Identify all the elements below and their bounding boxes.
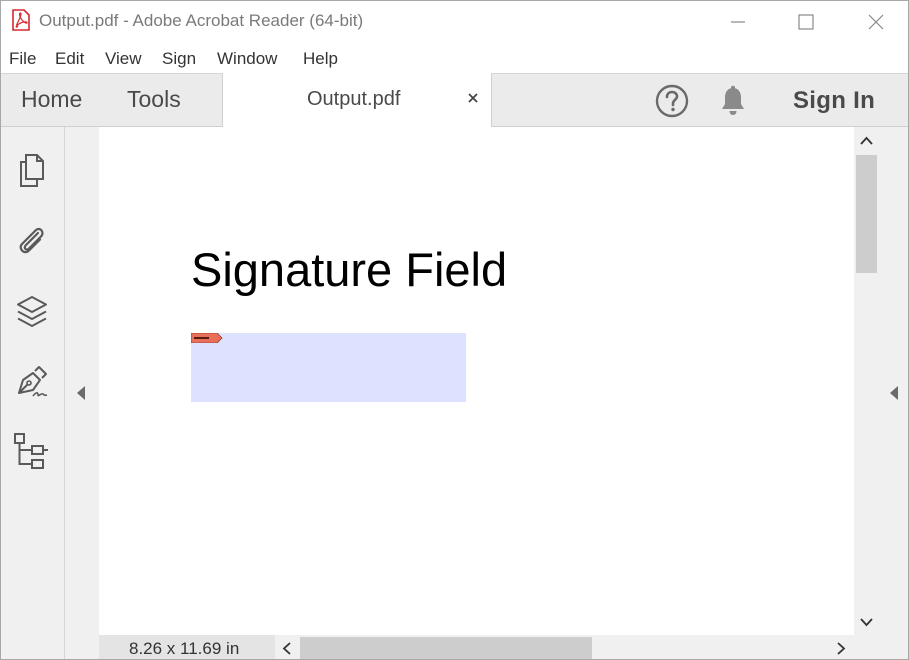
tags-icon[interactable] xyxy=(13,432,51,470)
menu-help[interactable]: Help xyxy=(303,49,338,69)
acrobat-app-icon xyxy=(12,9,30,31)
menu-bar: File Edit View Sign Window Help xyxy=(1,42,908,73)
tab-tools[interactable]: Tools xyxy=(127,86,181,113)
title-bar: Output.pdf - Adobe Acrobat Reader (64-bi… xyxy=(1,1,908,42)
collapse-left-panel[interactable] xyxy=(65,127,99,659)
close-tab-icon[interactable] xyxy=(466,91,480,105)
menu-window[interactable]: Window xyxy=(217,49,277,69)
minimize-button[interactable] xyxy=(715,1,761,42)
horizontal-scroll-thumb[interactable] xyxy=(300,637,592,659)
scroll-down-icon[interactable] xyxy=(860,617,873,627)
scroll-left-icon[interactable] xyxy=(282,642,292,655)
chevron-left-icon xyxy=(890,386,898,400)
menu-view[interactable]: View xyxy=(105,49,142,69)
tab-document[interactable]: Output.pdf xyxy=(222,73,492,128)
collapse-right-panel[interactable] xyxy=(879,127,908,659)
tab-home[interactable]: Home xyxy=(21,86,82,113)
scroll-right-icon[interactable] xyxy=(836,642,846,655)
scrollbar-corner xyxy=(854,635,879,659)
status-bar: 8.26 x 11.69 in xyxy=(99,635,275,659)
signature-field[interactable] xyxy=(191,333,466,402)
horizontal-scrollbar[interactable] xyxy=(275,635,854,659)
layers-icon[interactable] xyxy=(13,293,51,331)
vertical-scroll-thumb[interactable] xyxy=(856,155,877,273)
maximize-icon xyxy=(798,13,814,30)
menu-sign[interactable]: Sign xyxy=(162,49,196,69)
minimize-icon xyxy=(731,20,745,23)
close-window-button[interactable] xyxy=(853,1,899,42)
close-icon xyxy=(868,14,884,29)
help-icon[interactable] xyxy=(655,84,689,118)
signature-flag-icon[interactable] xyxy=(191,333,223,343)
pages-icon[interactable] xyxy=(13,151,51,189)
sign-in-button[interactable]: Sign In xyxy=(793,87,875,115)
window-title: Output.pdf - Adobe Acrobat Reader (64-bi… xyxy=(39,11,364,30)
notifications-bell-icon[interactable] xyxy=(719,85,747,117)
document-heading: Signature Field xyxy=(191,243,508,296)
tab-bar: Home Tools Output.pdf Sign In xyxy=(1,73,908,128)
attachment-icon[interactable] xyxy=(13,221,51,259)
scroll-up-icon[interactable] xyxy=(860,136,873,146)
menu-edit[interactable]: Edit xyxy=(55,49,84,69)
acrobat-window: Output.pdf - Adobe Acrobat Reader (64-bi… xyxy=(0,0,909,660)
menu-file[interactable]: File xyxy=(9,49,36,69)
maximize-button[interactable] xyxy=(783,1,829,42)
document-viewport[interactable]: Signature Field xyxy=(99,127,854,635)
fill-sign-icon[interactable] xyxy=(13,363,51,401)
chevron-left-icon xyxy=(77,386,85,400)
vertical-scrollbar[interactable] xyxy=(854,127,879,635)
left-tool-rail xyxy=(1,127,65,659)
page-size-readout: 8.26 x 11.69 in xyxy=(129,639,240,658)
document-tab-label: Output.pdf xyxy=(307,88,401,110)
